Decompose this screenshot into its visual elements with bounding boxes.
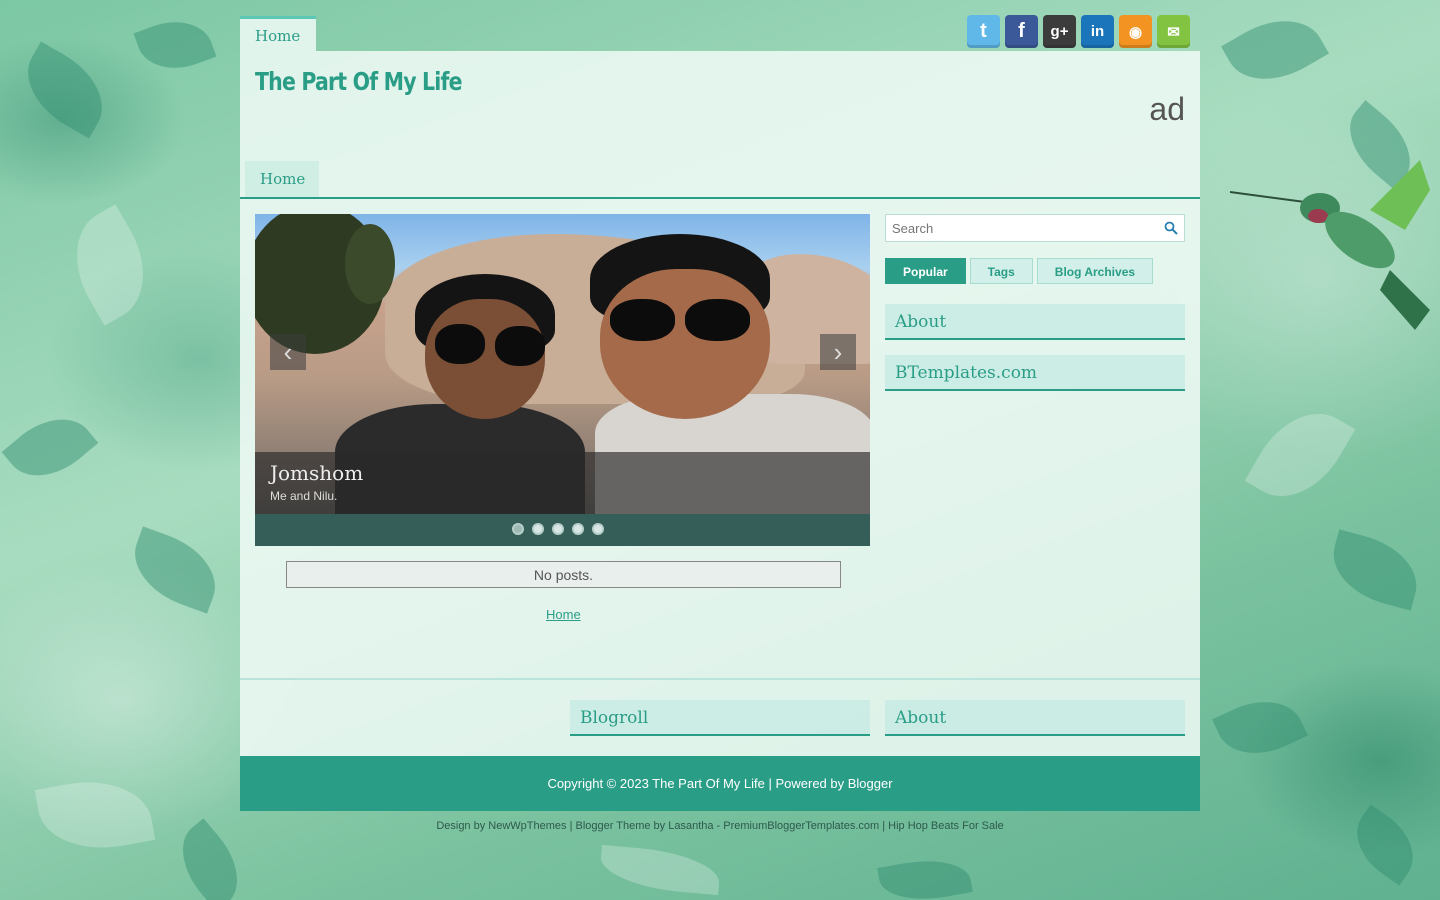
widget-about-title: About [885, 304, 1185, 340]
slider-caption-text: Me and Nilu. [270, 489, 338, 503]
footer-divider [240, 678, 1200, 680]
site-title[interactable]: The Part Of My Life [255, 67, 463, 96]
search-icon[interactable] [1164, 221, 1178, 235]
main-container: The Part Of My Life ad Home ‹ › Jomshom … [240, 51, 1200, 756]
slider-dot[interactable] [592, 523, 604, 535]
main-navigation: Home [240, 161, 1200, 199]
slider-caption: Jomshom Me and Nilu. [255, 452, 870, 514]
email-icon[interactable]: ✉ [1157, 15, 1190, 48]
main-nav-home-link[interactable]: Home [245, 161, 319, 197]
twitter-icon[interactable]: t [967, 15, 1000, 48]
featured-slider: ‹ › Jomshom Me and Nilu. [255, 214, 870, 546]
slider-caption-title[interactable]: Jomshom [270, 461, 855, 485]
footer-widget-about-title: About [885, 700, 1185, 736]
slider-dot[interactable] [532, 523, 544, 535]
rss-icon[interactable]: ◉ [1119, 15, 1152, 48]
slider-next-button[interactable]: › [820, 334, 856, 370]
slider-dots [512, 523, 604, 535]
slider-dot[interactable] [572, 523, 584, 535]
tab-blog-archives[interactable]: Blog Archives [1036, 258, 1154, 284]
hummingbird-illustration [1230, 160, 1430, 330]
top-nav-home-link[interactable]: Home [240, 19, 316, 45]
search-input[interactable] [886, 215, 1146, 241]
theme-credits: Design by NewWpThemes | Blogger Theme by… [436, 820, 1004, 832]
top-navigation: Home [240, 16, 316, 51]
social-icons: t f g+ in ◉ ✉ [967, 15, 1190, 48]
tab-tags[interactable]: Tags [969, 258, 1033, 284]
footer-widget-blogroll-title: Blogroll [570, 700, 870, 736]
widget-btemplates-title: BTemplates.com [885, 355, 1185, 391]
slider-dot[interactable] [552, 523, 564, 535]
home-link[interactable]: Home [546, 607, 581, 622]
no-posts-message: No posts. [286, 561, 841, 588]
slider-dot[interactable] [512, 523, 524, 535]
tab-popular[interactable]: Popular [885, 258, 966, 284]
linkedin-icon[interactable]: in [1081, 15, 1114, 48]
copyright-bar: Copyright © 2023 The Part Of My Life | P… [240, 756, 1200, 811]
sidebar-tabs: Popular Tags Blog Archives [885, 258, 1154, 284]
search-box [885, 214, 1185, 242]
slider-prev-button[interactable]: ‹ [270, 334, 306, 370]
ad-placeholder: ad [1149, 91, 1185, 127]
facebook-icon[interactable]: f [1005, 15, 1038, 48]
google-plus-icon[interactable]: g+ [1043, 15, 1076, 48]
